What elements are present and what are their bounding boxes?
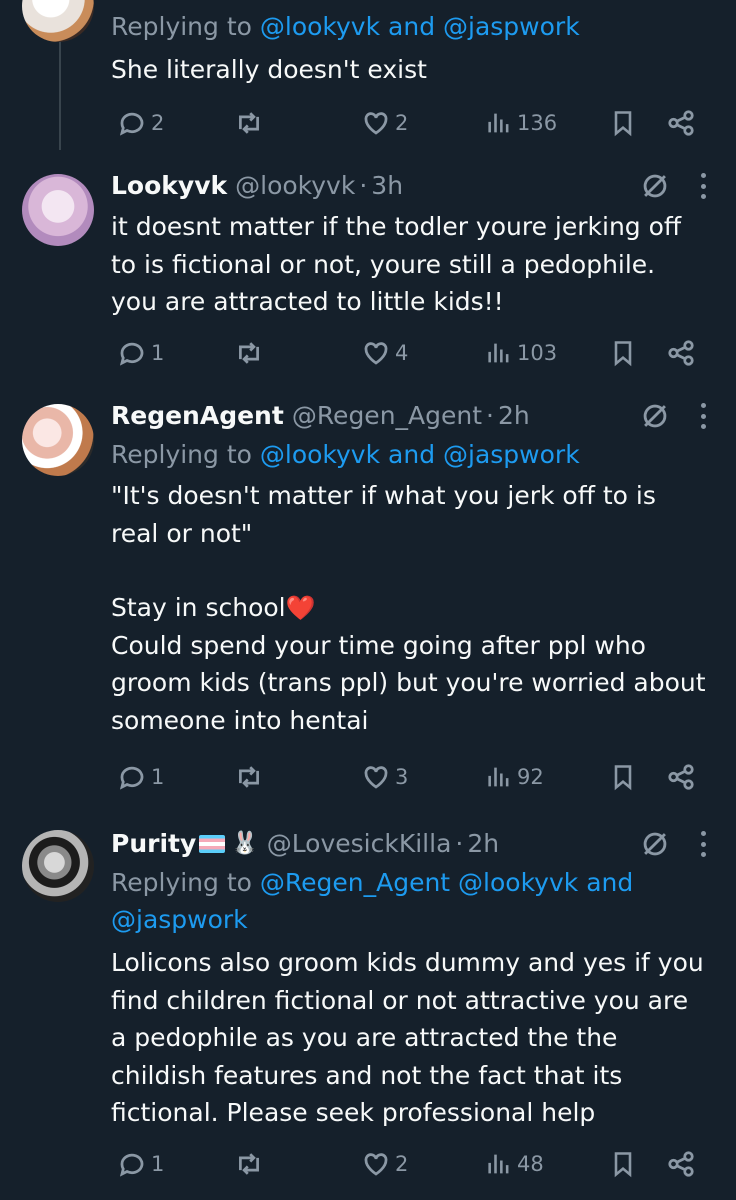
avatar[interactable] [22, 404, 94, 476]
reply-button[interactable]: 1 [117, 335, 164, 371]
tweet-text-line: Stay in school❤️ [111, 593, 316, 622]
trans-flag-emoji [199, 835, 226, 853]
share-button[interactable] [666, 1146, 696, 1182]
timestamp[interactable]: 3h [371, 166, 403, 206]
retweet-button[interactable] [233, 105, 265, 141]
replying-to: Replying to @lookyvk and @jaspwork [111, 12, 580, 41]
separator-dot: · [455, 829, 464, 858]
red-heart-emoji: ❤️ [285, 594, 316, 622]
bookmark-icon [614, 111, 632, 137]
reply-button[interactable]: 1 [117, 759, 164, 795]
views-icon [488, 113, 509, 133]
reply-button[interactable]: 2 [117, 105, 164, 141]
retweet-button[interactable] [233, 759, 265, 795]
display-name[interactable]: Lookyvk [111, 166, 227, 206]
share-button[interactable] [666, 759, 696, 795]
rabbit-emoji: 🐰 [231, 831, 259, 856]
reply-button[interactable]: 1 [117, 1146, 164, 1182]
avatar[interactable] [22, 174, 94, 246]
tweet-text: She literally doesn't exist [111, 55, 427, 84]
tweet-actions: 1 2 48 [111, 1146, 701, 1182]
bookmark-button[interactable] [609, 335, 637, 371]
share-icon [668, 1151, 694, 1177]
display-name[interactable]: RegenAgent [111, 396, 284, 436]
retweet-button[interactable] [233, 1146, 265, 1182]
avatar[interactable] [22, 830, 94, 902]
grok-icon[interactable] [638, 169, 672, 203]
more-options-icon[interactable] [700, 173, 706, 199]
heart-icon [364, 1153, 388, 1176]
share-button[interactable] [666, 335, 696, 371]
share-icon [668, 340, 694, 366]
tweet-text-paragraph: Could spend your time going after ppl wh… [111, 630, 714, 735]
tweet-header: Purity 🐰 @LovesickKilla · 2h [111, 824, 706, 864]
share-icon [668, 764, 694, 790]
tweet-text: Lolicons also groom kids dummy and yes i… [111, 948, 712, 1127]
like-button[interactable]: 2 [361, 1146, 408, 1182]
grok-icon[interactable] [638, 827, 672, 861]
reply-mentions-link[interactable]: @lookyvk and @jaspwork [260, 440, 580, 469]
heart-icon [364, 342, 388, 365]
separator-dot: · [359, 171, 368, 200]
share-icon [668, 110, 694, 136]
retweet-icon [239, 342, 259, 364]
reply-icon [119, 112, 144, 136]
user-handle[interactable]: @Regen_Agent [292, 396, 482, 436]
retweet-icon [239, 1153, 259, 1175]
more-options-icon[interactable] [700, 831, 706, 857]
views-icon [488, 767, 509, 787]
tweet-actions: 1 4 103 [111, 335, 701, 371]
views-button[interactable]: 103 [485, 335, 557, 371]
tweet-text: it doesnt matter if the todler youre jer… [111, 212, 690, 316]
bookmark-icon [614, 1152, 632, 1178]
tweet-header: Lookyvk @lookyvk · 3h [111, 166, 706, 206]
tweet-actions: 2 2 136 [111, 105, 701, 141]
reply-mentions-link[interactable]: @lookyvk and @jaspwork [260, 12, 580, 41]
thread-connector [59, 40, 61, 150]
user-handle[interactable]: @LovesickKilla [267, 824, 452, 864]
like-button[interactable]: 3 [361, 759, 408, 795]
bookmark-icon [614, 765, 632, 791]
replying-to: Replying to @lookyvk and @jaspwork [111, 440, 580, 469]
tweet-actions: 1 3 92 [111, 759, 701, 795]
tweet-header: RegenAgent @Regen_Agent · 2h [111, 396, 706, 436]
display-name[interactable]: Purity [111, 824, 196, 864]
reply-icon [119, 766, 144, 790]
views-button[interactable]: 48 [485, 1146, 544, 1182]
share-button[interactable] [666, 105, 696, 141]
retweet-icon [239, 112, 259, 134]
grok-icon[interactable] [638, 399, 672, 433]
tweet-text: "It's doesn't matter if what you jerk of… [111, 481, 664, 548]
reply-icon [119, 342, 144, 366]
bookmark-button[interactable] [609, 759, 637, 795]
like-button[interactable]: 2 [361, 105, 408, 141]
retweet-button[interactable] [233, 335, 265, 371]
views-icon [488, 1154, 509, 1174]
like-button[interactable]: 4 [361, 335, 408, 371]
timestamp[interactable]: 2h [467, 824, 499, 864]
reply-icon [119, 1153, 144, 1177]
views-icon [488, 343, 509, 363]
replying-to: Replying to @Regen_Agent @lookyvk and @j… [111, 868, 634, 934]
bookmark-button[interactable] [609, 1146, 637, 1182]
separator-dot: · [486, 401, 494, 430]
heart-icon [364, 112, 388, 135]
views-button[interactable]: 136 [485, 105, 557, 141]
bookmark-icon [614, 341, 632, 367]
heart-icon [364, 766, 388, 789]
timestamp[interactable]: 2h [498, 396, 530, 436]
more-options-icon[interactable] [700, 403, 706, 429]
bookmark-button[interactable] [609, 105, 637, 141]
views-button[interactable]: 92 [485, 759, 544, 795]
avatar[interactable] [22, 0, 94, 42]
retweet-icon [239, 766, 259, 788]
user-handle[interactable]: @lookyvk [235, 166, 355, 206]
